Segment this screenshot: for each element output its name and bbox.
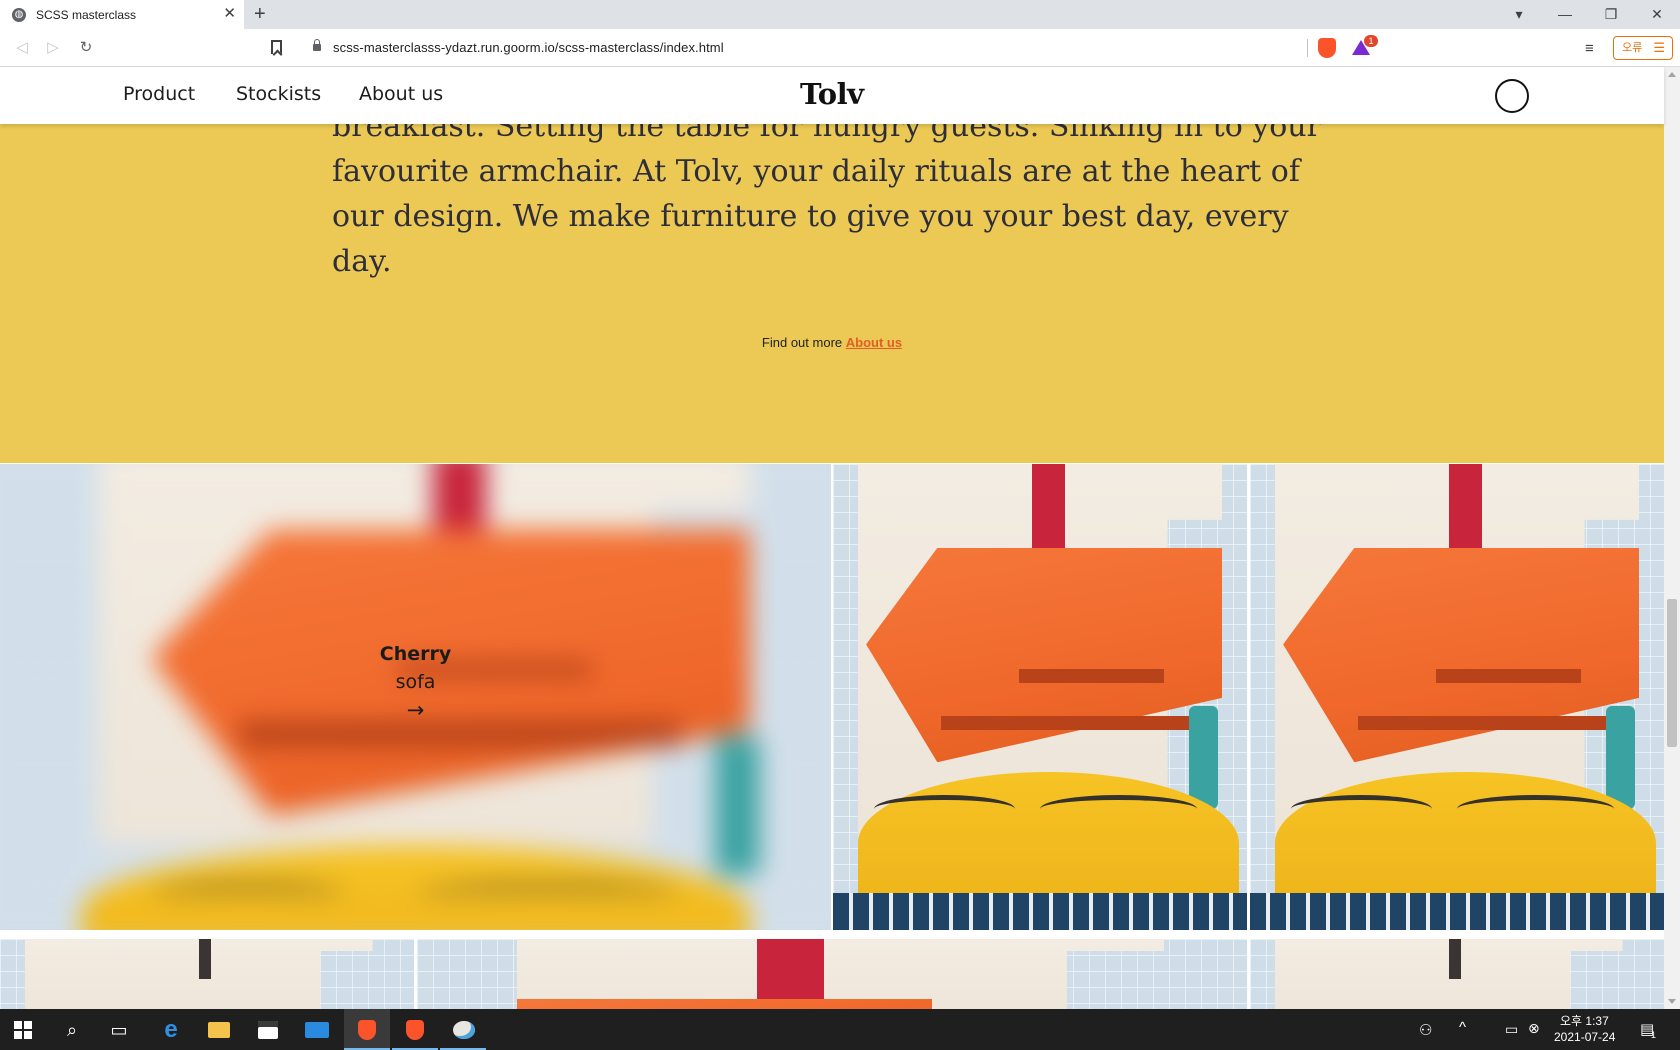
scrollbar-thumb[interactable]	[1667, 599, 1677, 747]
address-bar-divider	[1307, 39, 1308, 57]
product-photo	[0, 939, 414, 1009]
browser-tab-strip: ◍ SCSS masterclass ✕ + ▾ — ❐ ✕	[0, 0, 1680, 29]
restore-button[interactable]: ❐	[1601, 4, 1621, 24]
product-tile[interactable]	[0, 939, 414, 1009]
about-us-link[interactable]: About us	[846, 335, 902, 350]
product-tile[interactable]	[417, 939, 1247, 1009]
brave-icon[interactable]	[402, 1017, 428, 1043]
scroll-up-arrow-icon[interactable]	[1668, 72, 1676, 77]
globe-icon: ◍	[12, 7, 26, 22]
rewards-badge: 1	[1364, 35, 1378, 47]
screen: ◍ SCSS masterclass ✕ + ▾ — ❐ ✕ ◁ ▷ ↻ scs…	[0, 0, 1680, 1050]
new-tab-button[interactable]: +	[254, 3, 266, 25]
page-viewport[interactable]: Take time for life's little moments. Bro…	[0, 67, 1664, 1009]
browser-tab[interactable]: ◍ SCSS masterclass ✕	[0, 0, 244, 29]
nav-link-product[interactable]: Product	[123, 83, 195, 105]
error-button-label: 오류	[1622, 42, 1643, 54]
tab-close-button[interactable]: ✕	[223, 6, 236, 22]
playlist-icon[interactable]: ≡	[1585, 40, 1594, 57]
product-tile[interactable]	[833, 464, 1247, 930]
windows-taskbar: ⌕ ▭ e ⚇ ^ ▭ ⊗ 오후 1:37 2021-07-24 ▤ 1	[0, 1009, 1680, 1050]
bookmark-icon[interactable]	[271, 40, 282, 54]
nav-link-stockists[interactable]: Stockists	[236, 83, 321, 105]
site-header: Product Stockists About us Tolv	[0, 67, 1664, 124]
error-button[interactable]: 오류 ☰	[1613, 36, 1673, 60]
forward-button[interactable]: ▷	[43, 38, 63, 58]
task-view-icon[interactable]: ▭	[106, 1017, 132, 1043]
tab-title: SCSS masterclass	[36, 7, 137, 22]
nav-link-about-us[interactable]: About us	[359, 83, 443, 105]
product-tile[interactable]	[1250, 939, 1664, 1009]
error-status-icon[interactable]: ⊗	[1528, 1020, 1540, 1037]
network-icon[interactable]: ▭	[1505, 1021, 1518, 1038]
product-tile-label: Cherry sofa →	[0, 640, 831, 724]
find-out-more-label: Find out more	[761, 335, 843, 350]
file-explorer-icon[interactable]	[206, 1017, 232, 1043]
mail-icon[interactable]	[304, 1017, 330, 1043]
cart-icon[interactable]	[1495, 79, 1529, 113]
taskbar-date[interactable]: 2021-07-24	[1554, 1030, 1615, 1044]
close-window-button[interactable]: ✕	[1647, 4, 1667, 24]
brave-shields-icon[interactable]	[1318, 38, 1336, 58]
people-icon[interactable]: ⚇	[1419, 1021, 1432, 1039]
brand-logo[interactable]: Tolv	[800, 77, 864, 111]
brave-icon[interactable]	[354, 1017, 380, 1043]
arrow-right-icon: →	[406, 698, 425, 722]
store-icon[interactable]	[255, 1017, 281, 1043]
lock-icon[interactable]	[313, 39, 321, 51]
minimize-button[interactable]: —	[1555, 4, 1575, 24]
product-tile[interactable]	[1250, 464, 1664, 930]
notification-count: 1	[1651, 1030, 1657, 1040]
intro-section: Take time for life's little moments. Bro…	[0, 67, 1664, 463]
address-bar[interactable]: scss-masterclasss-ydazt.run.goorm.io/scs…	[333, 39, 724, 57]
product-photo	[1250, 939, 1664, 1009]
menu-icon: ☰	[1653, 40, 1665, 55]
search-icon[interactable]: ⌕	[59, 1017, 85, 1043]
find-out-more: Find out more About us	[0, 335, 1664, 350]
product-tile-cherry-sofa[interactable]: Cherry sofa →	[0, 464, 831, 930]
reload-button[interactable]: ↻	[76, 38, 96, 58]
chevron-up-icon[interactable]: ^	[1459, 1019, 1466, 1036]
page-scrollbar[interactable]	[1664, 67, 1680, 1009]
browser-toolbar: ◁ ▷ ↻ scss-masterclasss-ydazt.run.goorm.…	[0, 29, 1680, 67]
profile-dropdown-icon[interactable]: ▾	[1509, 4, 1529, 24]
taskbar-time[interactable]: 오후 1:37	[1560, 1012, 1609, 1029]
product-type: sofa	[395, 671, 436, 693]
product-name: Cherry	[379, 643, 452, 665]
scroll-down-arrow-icon[interactable]	[1668, 999, 1676, 1004]
edge-icon[interactable]: e	[158, 1016, 184, 1043]
back-button[interactable]: ◁	[12, 38, 32, 58]
product-photo	[1250, 464, 1664, 930]
product-photo	[833, 464, 1247, 930]
windows-start-icon[interactable]	[14, 1021, 32, 1039]
product-photo	[417, 939, 1247, 1009]
paint-icon[interactable]	[451, 1017, 477, 1043]
